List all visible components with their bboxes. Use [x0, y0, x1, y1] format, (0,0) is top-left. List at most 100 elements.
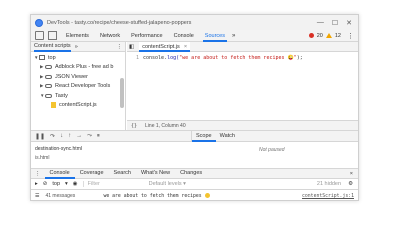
tree-item-label: top	[48, 54, 56, 61]
tree-item-adblock[interactable]: ▶ Adblock Plus - free ad b	[31, 63, 125, 73]
devtools-tab-bar: Elements Network Performance Console Sou…	[31, 30, 358, 42]
tree-item-json-viewer[interactable]: ▶ JSON Viewer	[31, 72, 125, 82]
inspect-element-icon[interactable]	[35, 31, 44, 40]
tab-network[interactable]: Network	[98, 30, 122, 42]
step-icon[interactable]: →	[76, 133, 82, 139]
navigator-more-icon[interactable]: »	[75, 44, 78, 50]
pause-on-exceptions-icon[interactable]: ⏸	[97, 133, 100, 140]
console-filter-input[interactable]: Filter	[82, 181, 138, 187]
log-levels-dropdown[interactable]: Default levels ▾	[149, 181, 186, 187]
error-count: 20	[316, 32, 323, 39]
tab-console[interactable]: Console	[172, 30, 196, 42]
eye-icon[interactable]: ◉	[73, 181, 78, 187]
context-selector[interactable]: top	[52, 181, 60, 187]
message-count: 41 messages	[45, 193, 76, 199]
devtools-window: DevTools - tasty.co/recipe/cheese-stuffe…	[30, 14, 359, 201]
cloud-icon	[45, 74, 52, 79]
tree-item-label: React Developer Tools	[55, 83, 111, 90]
title-bar: DevTools - tasty.co/recipe/cheese-stuffe…	[31, 15, 358, 30]
tab-whats-new[interactable]: What's New	[136, 168, 175, 179]
cloud-icon	[45, 84, 52, 89]
sources-navigator: Content scripts » ⋮ ▼ top ▶ Adblock Plus…	[31, 42, 126, 130]
warning-count: 12	[334, 32, 341, 39]
close-tab-icon[interactable]: ×	[184, 44, 187, 50]
tree-item-tasty[interactable]: ▼ Tasty	[31, 91, 125, 101]
code-method: log(	[167, 55, 180, 61]
step-over-icon[interactable]: ↷	[50, 133, 55, 140]
tree-item-label: Tasty	[55, 92, 68, 99]
file-tree: ▼ top ▶ Adblock Plus - free ad b ▶ JSON …	[31, 52, 125, 110]
frame-icon	[39, 55, 45, 61]
winking-face-icon	[204, 193, 210, 198]
thread-item[interactable]: destination-sync.html	[35, 146, 82, 152]
context-dropdown-icon[interactable]: ▾	[65, 181, 68, 187]
console-toolbar: ▸ ⊘ top ▾ ◉ Filter Default levels ▾ 21 h…	[31, 179, 358, 190]
drawer-tab-bar: ⋮ Console Coverage Search What's New Cha…	[31, 168, 358, 179]
message-source-link[interactable]: contentScript.js:1	[302, 194, 354, 199]
editor-status-bar: {} Line 1, Column 40	[127, 120, 358, 130]
code-line[interactable]: 1 console.log("we are about to fetch the…	[127, 55, 358, 61]
more-tabs-icon[interactable]: »	[232, 33, 235, 39]
debugger-toolbar: ❚❚ ↷ ↓ ↑ → ⤳ ⏸	[31, 131, 191, 142]
window-title: DevTools - tasty.co/recipe/cheese-stuffe…	[47, 19, 192, 26]
tab-search[interactable]: Search	[109, 168, 136, 179]
gear-icon[interactable]: ⚙	[348, 181, 353, 187]
editor-file-name: contentScript.js	[142, 43, 180, 50]
window-controls: — ☐ ✕	[317, 19, 352, 27]
message-list-icon: ☰	[35, 193, 40, 199]
deactivate-breakpoints-icon[interactable]: ⤳	[87, 133, 92, 140]
cloud-icon	[45, 65, 52, 70]
tree-item-top[interactable]: ▼ top	[31, 53, 125, 63]
editor-tab-bar: ◧ contentScript.js ×	[127, 41, 358, 52]
scope-watch-tabs: Scope Watch	[191, 131, 358, 142]
thread-item[interactable]: is.html	[35, 155, 49, 161]
editor-file-tab[interactable]: contentScript.js ×	[139, 41, 191, 52]
tab-sources[interactable]: Sources	[202, 30, 227, 42]
warning-icon	[325, 33, 332, 38]
code-suffix: );	[296, 55, 303, 61]
clear-console-icon[interactable]: ⊘	[43, 181, 48, 187]
devtools-favicon-icon	[35, 18, 43, 27]
tree-item-label: JSON Viewer	[55, 73, 88, 80]
tab-content-scripts[interactable]: Content scripts	[34, 42, 71, 52]
debugger-pane: ❚❚ ↷ ↓ ↑ → ⤳ ⏸ Scope Watch destination-s…	[31, 130, 358, 168]
sidebar-toggle-icon[interactable]: ▸	[35, 181, 38, 187]
close-drawer-icon[interactable]: ×	[350, 171, 353, 177]
tree-item-label: contentScript.js	[59, 102, 97, 109]
issue-counters[interactable]: 20 12 ⋮	[308, 32, 354, 40]
tab-watch[interactable]: Watch	[216, 131, 239, 142]
maximize-icon[interactable]: ☐	[332, 19, 338, 27]
tab-scope[interactable]: Scope	[192, 131, 216, 142]
message-body: we are about to fetch them recipes	[103, 194, 202, 199]
cursor-position: Line 1, Column 40	[145, 122, 186, 129]
file-icon	[51, 102, 56, 109]
tree-item-label: Adblock Plus - free ad b	[55, 64, 114, 71]
code-string: "we are about to fetch them recipes 😜"	[179, 55, 297, 61]
code-editor: ◧ contentScript.js × 1 console.log("we ar…	[127, 41, 358, 130]
tree-item-contentscript[interactable]: contentScript.js	[31, 101, 125, 111]
tab-coverage[interactable]: Coverage	[75, 168, 109, 179]
navigator-scrollbar[interactable]	[120, 78, 124, 108]
tab-elements[interactable]: Elements	[64, 30, 91, 42]
tab-console-drawer[interactable]: Console	[44, 168, 75, 179]
tree-item-react-devtools[interactable]: ▶ React Developer Tools	[31, 82, 125, 92]
navigator-header: Content scripts » ⋮	[31, 42, 125, 52]
device-toolbar-icon[interactable]	[48, 31, 57, 40]
navigator-kebab-icon[interactable]: ⋮	[117, 44, 123, 50]
settings-kebab-icon[interactable]: ⋮	[347, 32, 354, 40]
line-number: 1	[135, 55, 139, 61]
code-text: console.log("we are about to fetch them …	[143, 55, 303, 61]
pause-icon[interactable]: ❚❚	[35, 133, 45, 140]
toggle-navigator-icon[interactable]: ◧	[129, 44, 134, 50]
drawer-menu-icon[interactable]: ⋮	[35, 171, 41, 177]
minimize-icon[interactable]: —	[317, 19, 324, 27]
step-out-icon[interactable]: ↑	[68, 133, 71, 139]
tab-changes[interactable]: Changes	[175, 168, 207, 179]
cloud-icon	[45, 93, 52, 98]
step-into-icon[interactable]: ↓	[60, 133, 63, 139]
tab-performance[interactable]: Performance	[129, 30, 165, 42]
console-message[interactable]: ☰ 41 messages we are about to fetch them…	[31, 191, 358, 200]
pretty-print-icon[interactable]: {}	[131, 123, 137, 129]
close-icon[interactable]: ✕	[346, 19, 352, 27]
message-text: we are about to fetch them recipes	[103, 193, 210, 199]
